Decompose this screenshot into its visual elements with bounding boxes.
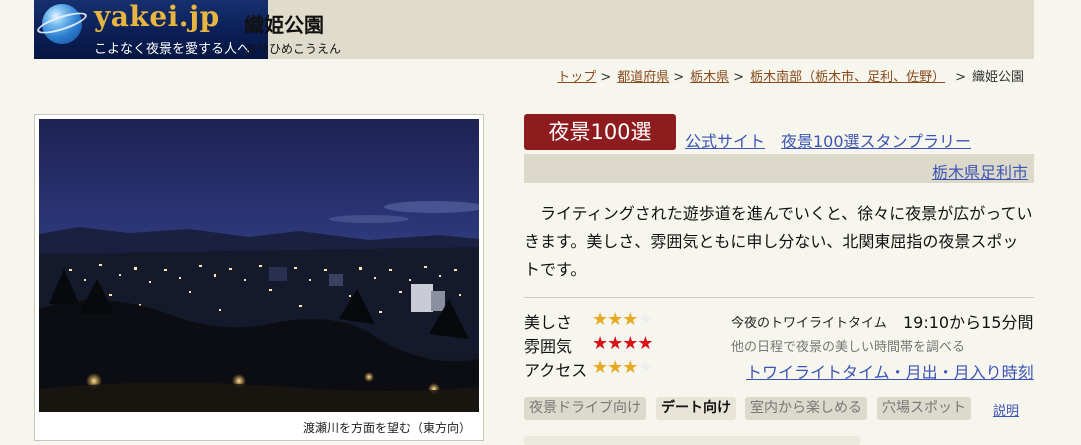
star-icon: ★ bbox=[607, 357, 623, 378]
page-title-kana: おりひめこうえん bbox=[245, 42, 342, 56]
tag-night-drive[interactable]: 夜景ドライブ向け bbox=[524, 397, 646, 420]
breadcrumb-link-tochigi[interactable]: 栃木県 bbox=[690, 70, 729, 85]
rating-label-access: アクセス bbox=[524, 361, 588, 380]
breadcrumb-current: 織姫公園 bbox=[971, 70, 1024, 85]
tag-date[interactable]: デート向け bbox=[656, 397, 736, 420]
twilight-value: 19:10から15分間 bbox=[903, 313, 1034, 332]
header-bar: yakei.jp こよなく夜景を愛する人へ bbox=[34, 0, 1034, 59]
twilight-note: 他の日程で夜景の美しい時間帯を調べる bbox=[731, 340, 966, 355]
stamp-rally-link[interactable]: 夜景100選スタンプラリー bbox=[781, 128, 971, 152]
night-view-illustration bbox=[39, 201, 479, 412]
location-link[interactable]: 栃木県足利市 bbox=[932, 159, 1028, 183]
yakei-100-badge[interactable]: 夜景100選 bbox=[524, 114, 676, 150]
breadcrumb-link-top[interactable]: トップ bbox=[557, 70, 596, 85]
twilight-time-link[interactable]: トワイライトタイム・月出・月入り時刻 bbox=[746, 359, 1034, 383]
breadcrumb-link-prefectures[interactable]: 都道府県 bbox=[617, 70, 669, 85]
breadcrumb-separator: > bbox=[600, 70, 612, 85]
star-icon: ★ bbox=[622, 333, 638, 354]
breadcrumb-separator: > bbox=[733, 70, 745, 85]
spot-description: ライティングされた遊歩道を進んでいくと、徐々に夜景が広がっていきます。美しさ、雰… bbox=[524, 204, 1033, 279]
rating-label-atmosphere: 雰囲気 bbox=[524, 337, 573, 356]
star-icon: ★ bbox=[637, 357, 653, 378]
page-title: 織姫公園 bbox=[244, 13, 324, 37]
star-icon: ★ bbox=[637, 333, 653, 354]
twilight-label: 今夜のトワイライトタイム bbox=[731, 316, 887, 331]
logo-tagline: こよなく夜景を愛する人へ bbox=[94, 42, 251, 57]
breadcrumb-link-region[interactable]: 栃木南部（栃木市、足利、佐野） bbox=[750, 70, 945, 85]
tag-hidden-spot[interactable]: 穴場スポット bbox=[877, 397, 971, 420]
location-bar: 栃木県足利市 bbox=[524, 154, 1034, 183]
rating-label-beauty: 美しさ bbox=[524, 313, 573, 332]
rating-stars-atmosphere: ★★★★ bbox=[592, 333, 654, 354]
breadcrumb: トップ > 都道府県 > 栃木県 > 栃木南部（栃木市、足利、佐野） > 織姫公園 bbox=[557, 66, 1024, 85]
breadcrumb-separator: > bbox=[673, 70, 685, 85]
site-logo[interactable]: yakei.jp こよなく夜景を愛する人へ bbox=[34, 0, 268, 59]
photo-frame: 渡瀬川を方面を望む（東方向） bbox=[34, 114, 484, 441]
star-icon: ★ bbox=[637, 309, 653, 330]
section-divider bbox=[524, 297, 1034, 298]
logo-text: yakei.jp bbox=[94, 0, 220, 33]
rating-stars-access: ★★★★ bbox=[592, 357, 654, 378]
star-icon: ★ bbox=[622, 309, 638, 330]
star-icon: ★ bbox=[607, 309, 623, 330]
star-icon: ★ bbox=[592, 333, 608, 354]
rating-stars-beauty: ★★★★ bbox=[592, 309, 654, 330]
star-icon: ★ bbox=[607, 333, 623, 354]
breadcrumb-separator: > bbox=[955, 70, 966, 85]
star-icon: ★ bbox=[592, 357, 608, 378]
explain-link[interactable]: 説明 bbox=[993, 400, 1019, 419]
night-view-photo[interactable] bbox=[39, 119, 479, 412]
photo-caption: 渡瀬川を方面を望む（東方向） bbox=[302, 421, 471, 435]
next-section-box bbox=[524, 436, 860, 445]
tag-indoor[interactable]: 室内から楽しめる bbox=[745, 397, 867, 420]
star-icon: ★ bbox=[592, 309, 608, 330]
official-site-link[interactable]: 公式サイト bbox=[685, 128, 765, 152]
star-icon: ★ bbox=[622, 357, 638, 378]
